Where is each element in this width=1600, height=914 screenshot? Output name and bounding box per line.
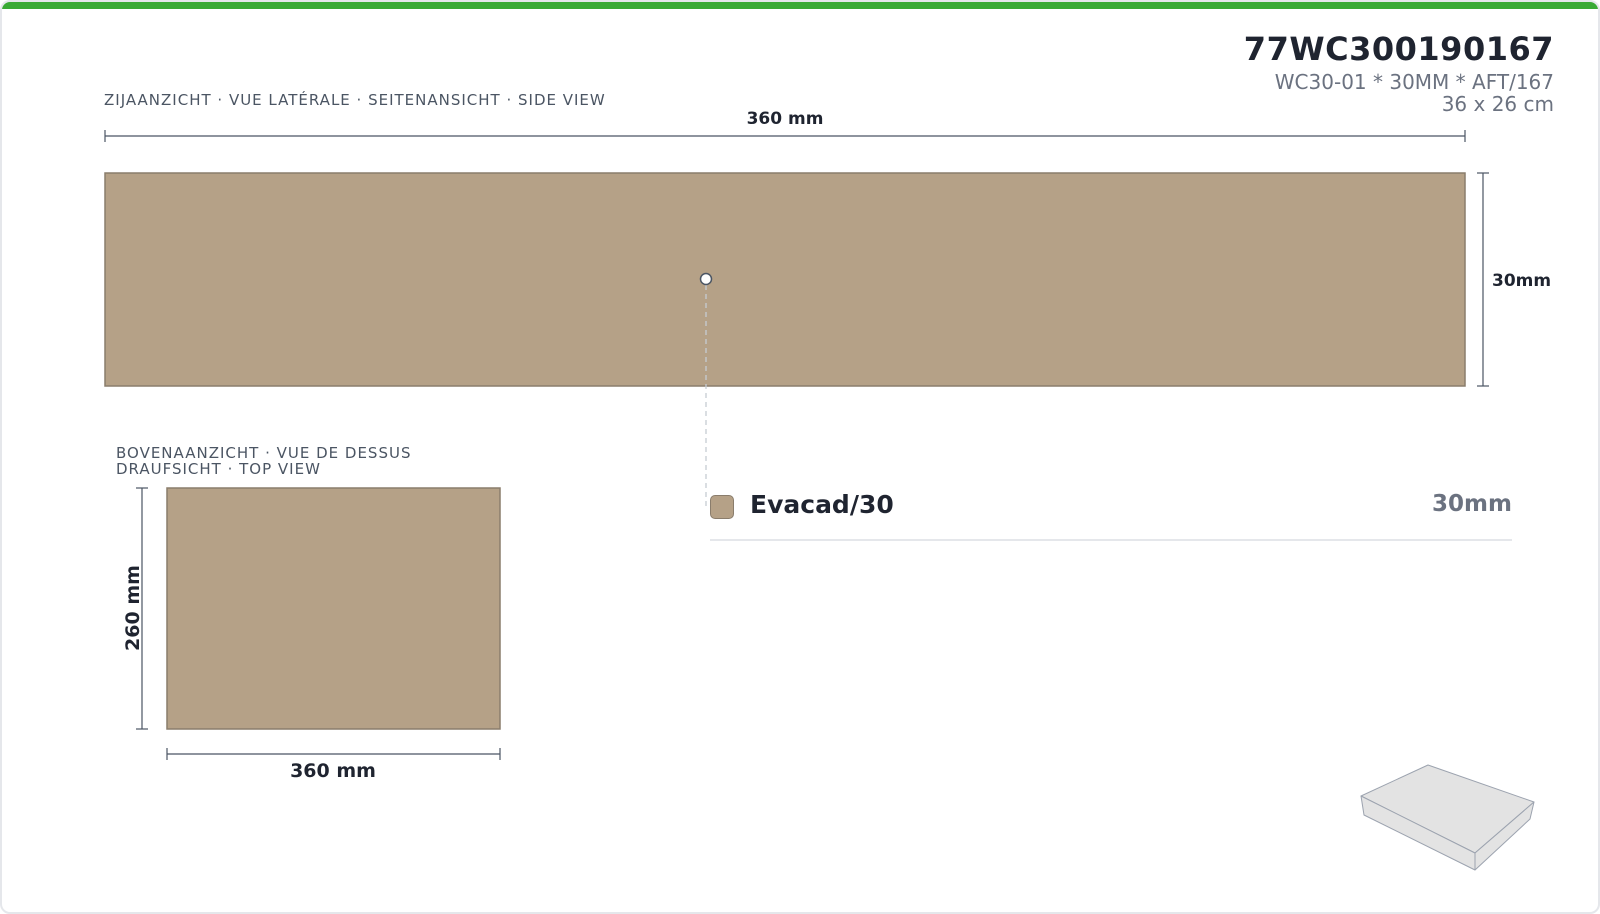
side-height-label: 30mm [1492, 271, 1551, 291]
top-depth-label: 260 mm [122, 565, 144, 651]
top-width-label: 360 mm [290, 760, 376, 782]
side-height-dimension: 30mm [1477, 172, 1551, 387]
side-width-dimension: 360 mm [104, 109, 1466, 142]
top-width-dimension: 360 mm [166, 748, 501, 782]
material-swatch [710, 495, 734, 519]
side-view-profile [104, 172, 1466, 387]
side-width-label: 360 mm [747, 109, 824, 129]
top-depth-dimension: 260 mm [122, 487, 148, 730]
top-view-plan [166, 487, 501, 730]
legend-thickness: 30mm [1432, 491, 1512, 517]
drawing-sheet: 77WC300190167 WC30-01 * 30MM * AFT/167 3… [0, 0, 1600, 914]
legend-item: Evacad/30 30mm [710, 490, 1512, 541]
layer-marker-icon [699, 272, 713, 286]
isometric-box-icon [1360, 764, 1535, 871]
technical-drawing: 360 mm 30mm 260 mm 360 mm [104, 109, 1551, 871]
legend-material-name: Evacad/30 [750, 490, 894, 519]
